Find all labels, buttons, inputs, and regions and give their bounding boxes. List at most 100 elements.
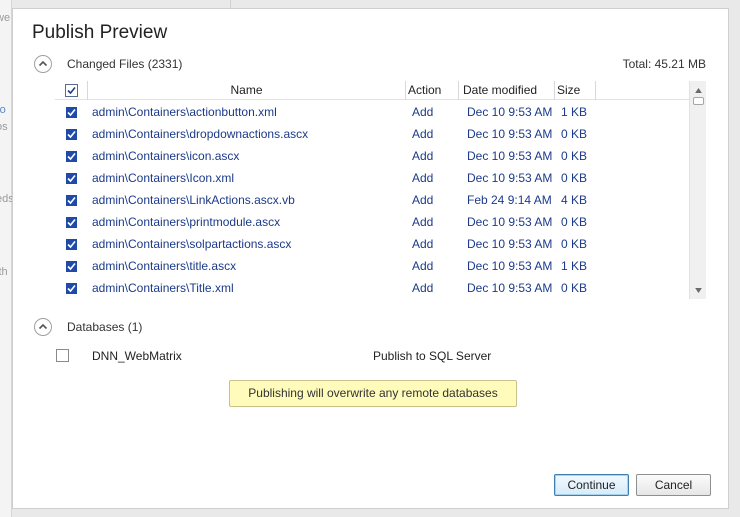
collapse-databases-button[interactable]: [34, 318, 52, 336]
checkmark-icon: [67, 196, 76, 204]
row-size: 0 KB: [561, 171, 588, 185]
databases-label: Databases (1): [67, 320, 143, 334]
row-size: 0 KB: [561, 237, 588, 251]
row-name: admin\Containers\title.ascx: [92, 259, 237, 273]
row-action: Add: [412, 171, 434, 185]
publish-preview-dialog: Publish Preview Changed Files (2331) Tot…: [12, 8, 729, 509]
checkmark-icon: [67, 152, 76, 160]
row-checkbox[interactable]: [66, 106, 77, 118]
scroll-down-button[interactable]: [690, 283, 706, 297]
row-size: 0 KB: [561, 149, 588, 163]
chevron-up-icon: [38, 60, 48, 67]
table-row[interactable]: admin\Containers\title.ascx Add Dec 10 9…: [55, 255, 689, 277]
table-row[interactable]: admin\Containers\actionbutton.xml Add De…: [55, 101, 689, 123]
select-all-header: [55, 81, 88, 100]
row-checkbox[interactable]: [66, 282, 77, 294]
table-body: admin\Containers\actionbutton.xml Add De…: [55, 101, 689, 299]
row-name: admin\Containers\actionbutton.xml: [92, 105, 277, 119]
table-row[interactable]: admin\Containers\printmodule.ascx Add De…: [55, 211, 689, 233]
column-header-date[interactable]: Date modified: [459, 81, 555, 100]
checkmark-icon: [67, 262, 76, 270]
row-action: Add: [412, 215, 434, 229]
background-app: we ro os eds ith: [0, 0, 14, 517]
changed-files-table: Name Action Date modified Size admin\Con…: [55, 81, 706, 299]
row-size: 0 KB: [561, 215, 588, 229]
row-date: Dec 10 9:53 AM: [467, 237, 553, 251]
database-target: Publish to SQL Server: [373, 349, 492, 363]
database-name: DNN_WebMatrix: [92, 349, 182, 363]
row-name: admin\Containers\Title.xml: [92, 281, 234, 295]
row-date: Dec 10 9:53 AM: [467, 281, 553, 295]
database-checkbox[interactable]: [56, 349, 69, 362]
total-size: Total: 45.21 MB: [622, 57, 706, 71]
row-action: Add: [412, 237, 434, 251]
background-top: [12, 0, 740, 8]
table-row[interactable]: admin\Containers\dropdownactions.ascx Ad…: [55, 123, 689, 145]
row-checkbox[interactable]: [66, 216, 77, 228]
background-text: we: [0, 12, 11, 24]
database-row: DNN_WebMatrix Publish to SQL Server: [56, 349, 696, 365]
background-text: os: [0, 121, 8, 133]
checkmark-icon: [67, 174, 76, 182]
row-checkbox[interactable]: [66, 172, 77, 184]
background-divider: [230, 0, 231, 8]
column-header-filler: [596, 81, 689, 100]
scroll-up-button[interactable]: [690, 83, 706, 97]
row-checkbox[interactable]: [66, 150, 77, 162]
database-warning: Publishing will overwrite any remote dat…: [229, 380, 517, 407]
checkmark-icon: [67, 218, 76, 226]
continue-button[interactable]: Continue: [554, 474, 629, 496]
row-date: Dec 10 9:53 AM: [467, 215, 553, 229]
row-checkbox[interactable]: [66, 260, 77, 272]
row-action: Add: [412, 105, 434, 119]
row-size: 1 KB: [561, 105, 588, 119]
row-name: admin\Containers\dropdownactions.ascx: [92, 127, 309, 141]
row-date: Dec 10 9:53 AM: [467, 171, 553, 185]
dialog-title: Publish Preview: [32, 22, 168, 43]
collapse-changed-files-button[interactable]: [34, 55, 52, 73]
row-date: Dec 10 9:53 AM: [467, 149, 553, 163]
row-checkbox[interactable]: [66, 238, 77, 250]
scroll-thumb[interactable]: [693, 97, 704, 105]
row-checkbox[interactable]: [66, 194, 77, 206]
checkmark-icon: [67, 284, 76, 292]
table-header: Name Action Date modified Size: [55, 81, 689, 100]
table-row[interactable]: admin\Containers\icon.ascx Add Dec 10 9:…: [55, 145, 689, 167]
row-size: 4 KB: [561, 193, 588, 207]
row-size: 0 KB: [561, 127, 588, 141]
row-action: Add: [412, 281, 434, 295]
triangle-up-icon: [694, 87, 702, 93]
row-checkbox[interactable]: [66, 128, 77, 140]
changed-files-label: Changed Files (2331): [67, 57, 183, 71]
row-action: Add: [412, 259, 434, 273]
checkmark-icon: [67, 130, 76, 138]
row-action: Add: [412, 149, 434, 163]
row-name: admin\Containers\Icon.xml: [92, 171, 235, 185]
table-row[interactable]: admin\Containers\Title.xml Add Dec 10 9:…: [55, 277, 689, 299]
chevron-up-icon: [38, 323, 48, 330]
table-scrollbar[interactable]: [689, 81, 706, 299]
row-date: Dec 10 9:53 AM: [467, 259, 553, 273]
row-name: admin\Containers\printmodule.ascx: [92, 215, 281, 229]
triangle-down-icon: [694, 287, 702, 293]
row-action: Add: [412, 127, 434, 141]
table-row[interactable]: admin\Containers\solpartactions.ascx Add…: [55, 233, 689, 255]
row-name: admin\Containers\LinkActions.ascx.vb: [92, 193, 295, 207]
checkmark-icon: [66, 86, 76, 95]
row-date: Feb 24 9:14 AM: [467, 193, 552, 207]
row-name: admin\Containers\solpartactions.ascx: [92, 237, 292, 251]
row-name: admin\Containers\icon.ascx: [92, 149, 240, 163]
table-row[interactable]: admin\Containers\LinkActions.ascx.vb Add…: [55, 189, 689, 211]
row-date: Dec 10 9:53 AM: [467, 105, 553, 119]
table-row[interactable]: admin\Containers\Icon.xml Add Dec 10 9:5…: [55, 167, 689, 189]
select-all-checkbox[interactable]: [64, 84, 78, 97]
column-header-name[interactable]: Name: [88, 81, 406, 100]
background-text: ro: [0, 104, 6, 116]
row-size: 1 KB: [561, 259, 588, 273]
column-header-action[interactable]: Action: [406, 81, 459, 100]
checkmark-icon: [67, 108, 76, 116]
background-text: ith: [0, 266, 8, 278]
row-date: Dec 10 9:53 AM: [467, 127, 553, 141]
column-header-size[interactable]: Size: [555, 81, 596, 100]
cancel-button[interactable]: Cancel: [636, 474, 711, 496]
